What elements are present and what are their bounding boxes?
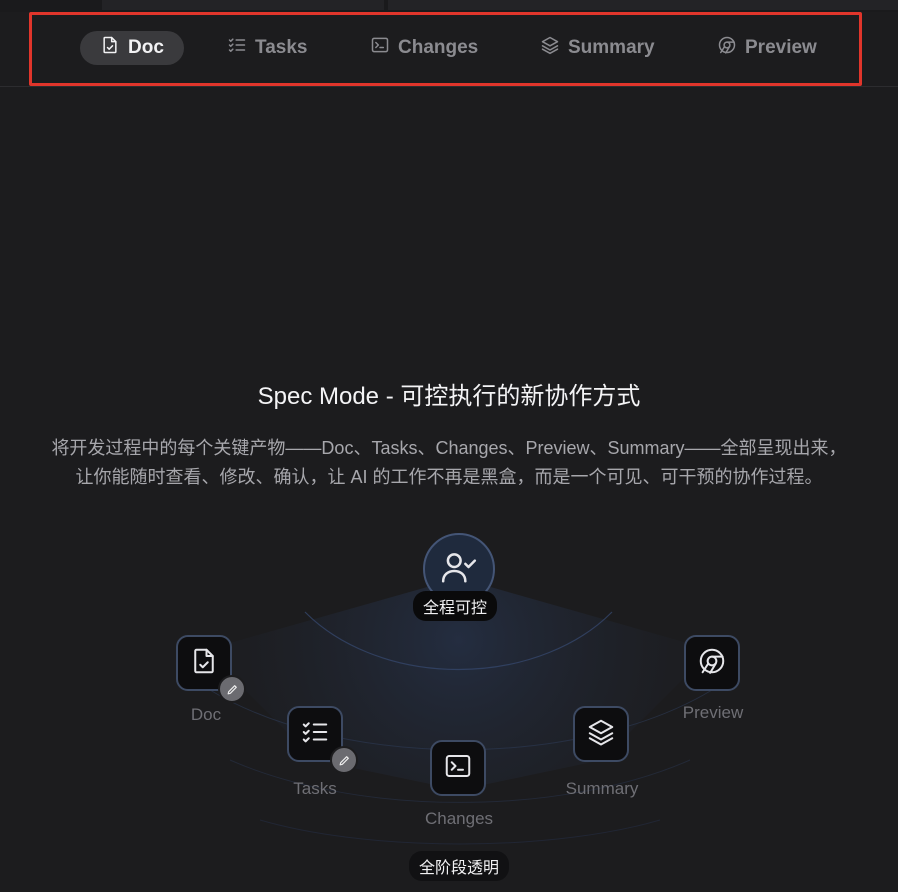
terminal-icon: [443, 751, 473, 786]
diagram-node-label-tasks: Tasks: [293, 779, 337, 798]
diagram-node-label-summary: Summary: [565, 779, 639, 798]
layers-icon: [586, 717, 616, 752]
full-control-label: 全程可控: [413, 591, 498, 621]
doc-check-icon: [189, 646, 219, 681]
diagram-node-label-changes: Changes: [424, 809, 494, 828]
checklist-icon: [300, 717, 330, 752]
diagram-node-preview: [684, 635, 740, 691]
pencil-icon: [330, 746, 358, 774]
user-check-icon: [440, 548, 478, 591]
chrome-icon: [697, 646, 727, 681]
diagram-node-label-doc: Doc: [190, 705, 222, 724]
pencil-icon: [218, 675, 246, 703]
diagram-node-summary: [573, 706, 629, 762]
all-stages-transparent-label: 全阶段透明: [409, 851, 510, 881]
diagram-node-label-preview: Preview: [682, 703, 744, 722]
diagram-node-changes: [430, 740, 486, 796]
